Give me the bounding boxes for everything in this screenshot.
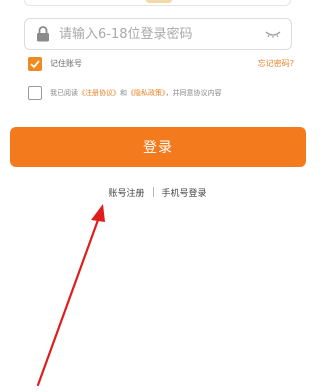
agreement-row: 我已阅读《注册协议》和《隐私政策》，并同意协议内容 [28,86,294,102]
bottom-links: 账号注册 手机号登录 [0,184,315,200]
link-divider [152,187,154,197]
login-button[interactable]: 登录 [10,127,306,167]
account-register-link[interactable]: 账号注册 [108,186,144,199]
phone-login-link[interactable]: 手机号登录 [162,186,207,199]
eye-closed-icon[interactable] [265,29,281,39]
remember-checkbox[interactable] [28,57,42,71]
remember-account-row: 记住账号 忘记密码? [28,57,294,73]
privacy-link[interactable]: 《隐私政策》 [127,89,166,97]
agreement-conjunction: 和 [120,89,127,97]
agreement-text: 我已阅读《注册协议》和《隐私政策》，并同意协议内容 [50,87,222,99]
terms-link[interactable]: 《注册协议》 [78,89,120,97]
password-field[interactable]: 请输入6-18位登录密码 [24,18,292,50]
field-highlight [146,0,172,3]
agreement-checkbox[interactable] [28,86,42,100]
lock-icon [37,26,49,42]
remember-label: 记住账号 [50,59,82,68]
agreement-prefix: 我已阅读 [50,89,78,97]
checkmark-icon [30,60,40,69]
previous-input-field-edge [0,0,315,8]
login-label: 登录 [143,140,173,156]
password-placeholder: 请输入6-18位登录密码 [59,27,193,42]
forgot-password-link[interactable]: 忘记密码? [258,58,294,70]
agreement-suffix: ，并同意协议内容 [165,89,222,97]
